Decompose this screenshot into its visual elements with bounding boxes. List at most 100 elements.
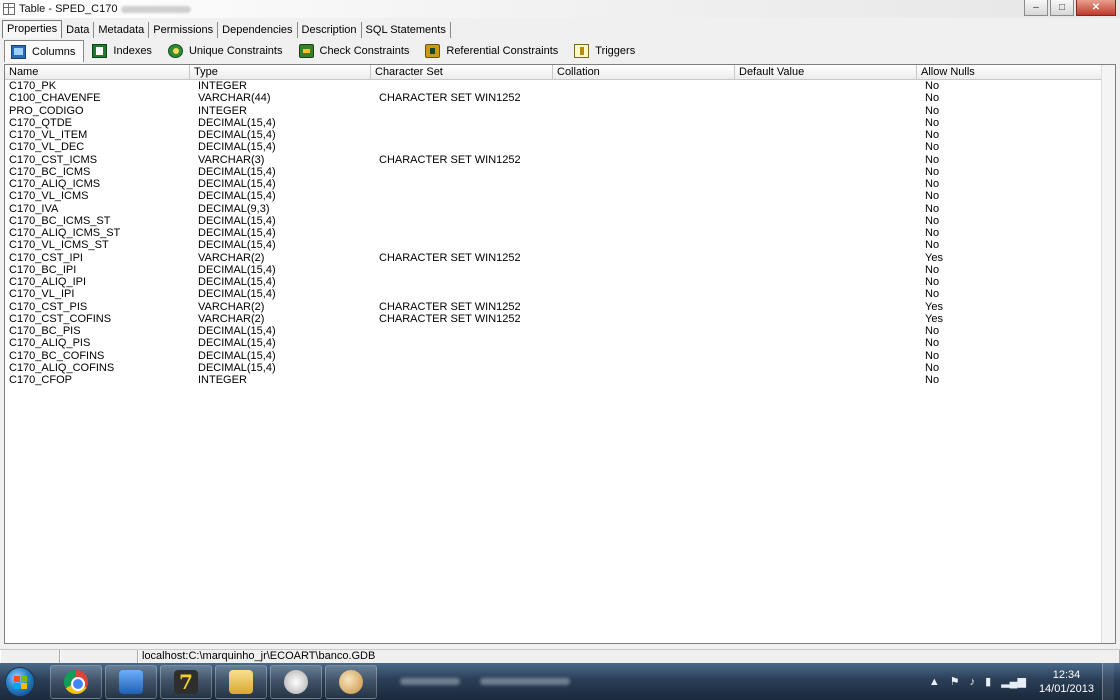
cell-type[interactable]: VARCHAR(2) — [190, 313, 371, 325]
cell-collation[interactable] — [553, 362, 735, 374]
tab-data[interactable]: Data — [62, 22, 95, 38]
table-row[interactable]: C170_CST_IPI VARCHAR(2) CHARACTER SET WIN1… — [5, 252, 1115, 264]
tab-description[interactable]: Description — [298, 22, 362, 38]
table-row[interactable]: C170_BC_PIS DECIMAL(15,4) No — [5, 325, 1115, 337]
cell-default-value[interactable] — [735, 117, 917, 129]
cell-name[interactable]: C170_ALIQ_PIS — [5, 337, 190, 349]
taskbar-remote-desktop[interactable] — [105, 664, 157, 699]
cell-default-value[interactable] — [735, 178, 917, 190]
cell-collation[interactable] — [553, 117, 735, 129]
cell-allow-nulls[interactable]: Yes — [917, 301, 1115, 313]
cell-name[interactable]: C170_ALIQ_COFINS — [5, 362, 190, 374]
cell-allow-nulls[interactable]: No — [917, 350, 1115, 362]
cell-collation[interactable] — [553, 178, 735, 190]
cell-type[interactable]: VARCHAR(44) — [190, 92, 371, 104]
columns-grid[interactable]: Name Type Character Set Collation Defaul… — [4, 64, 1116, 644]
minimize-button[interactable]: – — [1024, 0, 1048, 16]
table-row[interactable]: C170_PK INTEGER No — [5, 80, 1115, 92]
header-type[interactable]: Type — [190, 65, 371, 79]
table-row[interactable]: C170_ALIQ_COFINS DECIMAL(15,4) No — [5, 362, 1115, 374]
table-row[interactable]: C170_BC_ICMS_ST DECIMAL(15,4) No — [5, 215, 1115, 227]
cell-default-value[interactable] — [735, 203, 917, 215]
cell-default-value[interactable] — [735, 80, 917, 92]
table-row[interactable]: C170_CST_COFINS VARCHAR(2) CHARACTER SET W… — [5, 313, 1115, 325]
cell-name[interactable]: C170_ALIQ_IPI — [5, 276, 190, 288]
tab-sql-statements[interactable]: SQL Statements — [362, 22, 451, 38]
clock[interactable]: 12:34 14/01/2013 — [1039, 668, 1094, 696]
table-row[interactable]: C170_CST_ICMS VARCHAR(3) CHARACTER SET WIN… — [5, 154, 1115, 166]
cell-character-set[interactable] — [371, 374, 553, 386]
table-row[interactable]: C170_ALIQ_IPI DECIMAL(15,4) No — [5, 276, 1115, 288]
cell-name[interactable]: C170_IVA — [5, 203, 190, 215]
cell-allow-nulls[interactable]: No — [917, 362, 1115, 374]
cell-allow-nulls[interactable]: No — [917, 154, 1115, 166]
taskbar-chrome[interactable] — [50, 664, 102, 699]
cell-allow-nulls[interactable]: No — [917, 276, 1115, 288]
cell-default-value[interactable] — [735, 92, 917, 104]
table-row[interactable]: PRO_CODIGO INTEGER No — [5, 105, 1115, 117]
subtab-unique-constraints[interactable]: Unique Constraints — [162, 40, 291, 62]
cell-character-set[interactable] — [371, 215, 553, 227]
cell-collation[interactable] — [553, 215, 735, 227]
cell-default-value[interactable] — [735, 288, 917, 300]
cell-character-set[interactable] — [371, 337, 553, 349]
cell-allow-nulls[interactable]: No — [917, 325, 1115, 337]
cell-default-value[interactable] — [735, 350, 917, 362]
tab-metadata[interactable]: Metadata — [94, 22, 150, 38]
cell-default-value[interactable] — [735, 227, 917, 239]
cell-collation[interactable] — [553, 92, 735, 104]
cell-type[interactable]: DECIMAL(15,4) — [190, 141, 371, 153]
cell-character-set[interactable]: CHARACTER SET WIN1252 — [371, 313, 553, 325]
cell-name[interactable]: C170_VL_DEC — [5, 141, 190, 153]
cell-collation[interactable] — [553, 239, 735, 251]
cell-character-set[interactable] — [371, 227, 553, 239]
cell-character-set[interactable] — [371, 141, 553, 153]
cell-default-value[interactable] — [735, 325, 917, 337]
cell-allow-nulls[interactable]: No — [917, 80, 1115, 92]
cell-default-value[interactable] — [735, 252, 917, 264]
cell-name[interactable]: C170_CST_COFINS — [5, 313, 190, 325]
table-row[interactable]: C170_CFOP INTEGER No — [5, 374, 1115, 386]
cell-name[interactable]: C170_CFOP — [5, 374, 190, 386]
vertical-scrollbar[interactable] — [1101, 65, 1115, 643]
cell-name[interactable]: C170_ALIQ_ICMS_ST — [5, 227, 190, 239]
table-row[interactable]: C170_VL_DEC DECIMAL(15,4) No — [5, 141, 1115, 153]
cell-type[interactable]: DECIMAL(15,4) — [190, 117, 371, 129]
cell-default-value[interactable] — [735, 239, 917, 251]
subtab-indexes[interactable]: Indexes — [86, 40, 160, 62]
taskbar-app-7[interactable]: 7 — [160, 664, 212, 699]
cell-default-value[interactable] — [735, 362, 917, 374]
cell-character-set[interactable] — [371, 325, 553, 337]
cell-default-value[interactable] — [735, 313, 917, 325]
cell-character-set[interactable] — [371, 350, 553, 362]
close-button[interactable]: ✕ — [1076, 0, 1116, 16]
cell-name[interactable]: C170_CST_IPI — [5, 252, 190, 264]
start-button[interactable] — [0, 664, 40, 700]
table-row[interactable]: C170_ALIQ_ICMS DECIMAL(15,4) No — [5, 178, 1115, 190]
cell-type[interactable]: DECIMAL(15,4) — [190, 166, 371, 178]
cell-collation[interactable] — [553, 350, 735, 362]
cell-default-value[interactable] — [735, 301, 917, 313]
cell-name[interactable]: PRO_CODIGO — [5, 105, 190, 117]
cell-allow-nulls[interactable]: No — [917, 288, 1115, 300]
table-row[interactable]: C170_VL_ICMS_ST DECIMAL(15,4) No — [5, 239, 1115, 251]
cell-name[interactable]: C170_BC_IPI — [5, 264, 190, 276]
cell-collation[interactable] — [553, 227, 735, 239]
header-name[interactable]: Name — [5, 65, 190, 79]
cell-default-value[interactable] — [735, 215, 917, 227]
table-row[interactable]: C100_CHAVENFE VARCHAR(44) CHARACTER SET WI… — [5, 92, 1115, 104]
cell-name[interactable]: C170_BC_ICMS_ST — [5, 215, 190, 227]
cell-name[interactable]: C170_VL_IPI — [5, 288, 190, 300]
cell-name[interactable]: C170_QTDE — [5, 117, 190, 129]
show-desktop-button[interactable] — [1102, 663, 1114, 700]
cell-default-value[interactable] — [735, 105, 917, 117]
cell-type[interactable]: DECIMAL(15,4) — [190, 227, 371, 239]
maximize-button[interactable]: □ — [1050, 0, 1074, 16]
cell-collation[interactable] — [553, 325, 735, 337]
cell-allow-nulls[interactable]: No — [917, 92, 1115, 104]
cell-type[interactable]: DECIMAL(15,4) — [190, 276, 371, 288]
cell-type[interactable]: DECIMAL(9,3) — [190, 203, 371, 215]
table-row[interactable]: C170_CST_PIS VARCHAR(2) CHARACTER SET WIN1… — [5, 301, 1115, 313]
header-character-set[interactable]: Character Set — [371, 65, 553, 79]
cell-type[interactable]: INTEGER — [190, 374, 371, 386]
